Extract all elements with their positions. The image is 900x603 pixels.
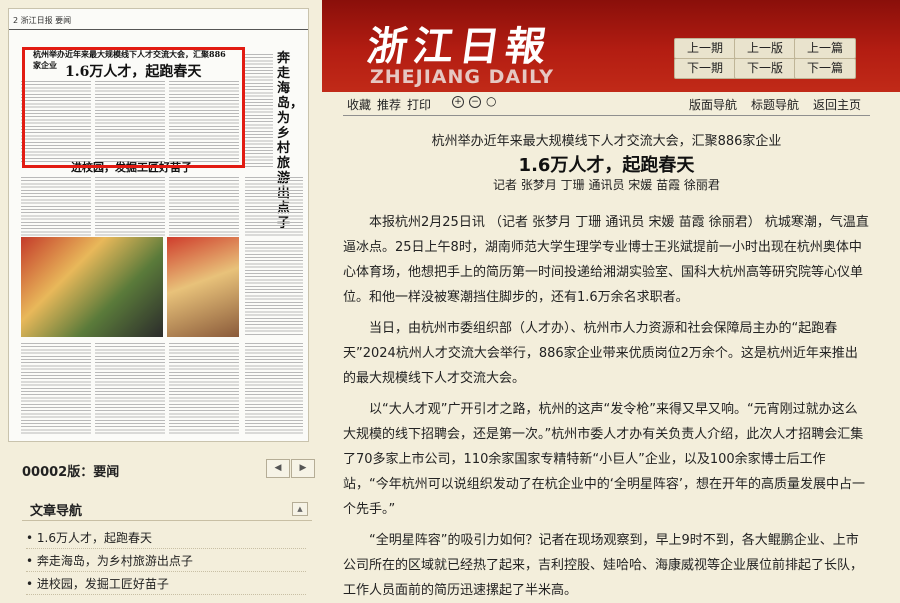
- article-subtitle: 杭州举办近年来最大规模线下人才交流大会，汇聚886家企业: [431, 134, 782, 149]
- article-toolbar: 收藏 推荐 打印 + − ○ 版面导航 标题导航 返回主页: [343, 93, 870, 116]
- newspaper-logo-english: ZHEJIANG DAILY: [370, 66, 555, 88]
- article-nav-item[interactable]: • 进校园，发掘工匠好苗子: [26, 574, 306, 595]
- page-nav-link[interactable]: 版面导航: [689, 96, 737, 113]
- edition-label: 00002版：要闻: [22, 465, 120, 480]
- next-edition-button[interactable]: ▶: [291, 459, 315, 478]
- article-nav-item-label[interactable]: 奔走海岛，为乡村旅游出点子: [37, 554, 193, 568]
- prev-page-button[interactable]: 上一版: [734, 38, 796, 59]
- next-page-button[interactable]: 下一版: [734, 58, 796, 79]
- next-issue-button[interactable]: 下一期: [674, 58, 736, 79]
- thumbnail-masthead: 2 浙江日报 要闻: [13, 16, 72, 25]
- article-paragraph: 以“大人才观”广开引才之路，杭州的这声“发令枪”来得又早又响。“元宵刚过就办这么…: [343, 402, 866, 517]
- current-article-highlight[interactable]: [22, 47, 245, 168]
- thumbnail-photo: [167, 237, 239, 337]
- collapse-icon[interactable]: ▲: [292, 502, 308, 516]
- title-nav-link[interactable]: 标题导航: [751, 96, 799, 113]
- recommend-link[interactable]: 推荐: [377, 96, 401, 113]
- article-byline: 记者 张梦月 丁珊 通讯员 宋媛 苗霞 徐丽君: [493, 178, 720, 192]
- page-thumbnail[interactable]: 2 浙江日报 要闻 杭州举办近年来最大规模线下人才交流大会，汇聚886家企业 1…: [8, 8, 309, 442]
- article-paragraph: 本报杭州2月25日讯 （记者 张梦月 丁珊 通讯员 宋媛 苗霞 徐丽君） 杭城寒…: [343, 215, 869, 305]
- article-paragraph: “全明星阵容”的吸引力如何？记者在现场观察到，早上9时不到，各大鲲鹏企业、上市公…: [343, 533, 864, 598]
- prev-article-button[interactable]: 上一篇: [794, 38, 856, 59]
- article-nav-item[interactable]: • 奔走海岛，为乡村旅游出点子: [26, 551, 306, 572]
- article-nav-item-label[interactable]: 1.6万人才，起跑春天: [37, 531, 152, 545]
- article-paragraph: 当日，由杭州市委组织部（人才办）、杭州市人力资源和社会保障局主办的“起跑春天”2…: [343, 321, 858, 386]
- article-nav-item[interactable]: • 1.6万人才，起跑春天: [26, 528, 306, 549]
- home-link[interactable]: 返回主页: [813, 96, 861, 113]
- prev-edition-button[interactable]: ◀: [266, 459, 290, 478]
- article-nav-title: 文章导航: [30, 504, 83, 519]
- prev-issue-button[interactable]: 上一期: [674, 38, 736, 59]
- next-article-button[interactable]: 下一篇: [794, 58, 856, 79]
- zoom-reset-icon[interactable]: ○: [486, 95, 496, 107]
- thumbnail-photo: [21, 237, 163, 337]
- article-title: 1.6万人才，起跑春天: [518, 155, 695, 176]
- zoom-in-icon[interactable]: +: [452, 96, 464, 108]
- article-nav-header: 文章导航 ▲: [22, 500, 312, 521]
- newspaper-logo: 浙江日報: [364, 23, 555, 70]
- zoom-out-icon[interactable]: −: [469, 96, 481, 108]
- favorite-link[interactable]: 收藏: [347, 96, 371, 113]
- print-link[interactable]: 打印: [407, 96, 431, 113]
- article-nav-item-label[interactable]: 进校园，发掘工匠好苗子: [37, 577, 169, 591]
- left-panel: 2 浙江日报 要闻 杭州举办近年来最大规模线下人才交流大会，汇聚886家企业 1…: [0, 0, 322, 600]
